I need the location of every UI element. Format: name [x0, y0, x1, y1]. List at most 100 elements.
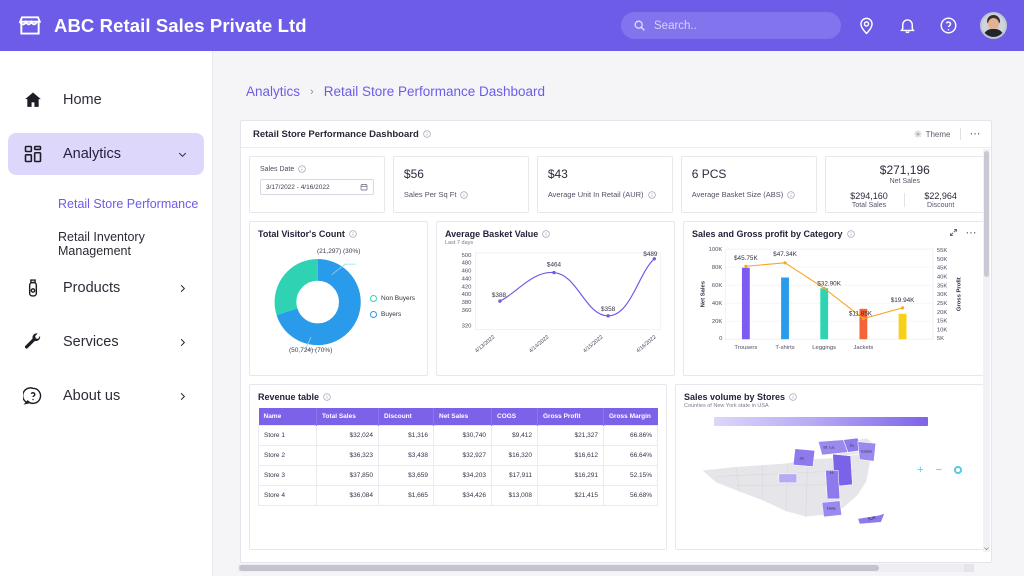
line-chart-xtick-0: 4/13/2022 [474, 334, 496, 354]
scrollbar-thumb-horizontal[interactable] [239, 565, 879, 571]
kpi-average-basket-size-value: 6 PCS [692, 167, 806, 181]
table-row[interactable]: Store 2 $36,323 $3,438 $32,927 $16,320 $… [259, 446, 658, 466]
panel-sales-volume-title: Sales volume by Stores [684, 392, 785, 402]
gear-icon [914, 130, 922, 138]
cell-name: Store 4 [259, 486, 317, 506]
donut-legend-item-non-buyers[interactable]: Non Buyers [370, 295, 415, 302]
line-chart-xtick-3: 4/16/2022 [635, 334, 657, 354]
chevron-right-icon[interactable] [177, 283, 188, 294]
scrollbar-thumb-vertical[interactable] [984, 151, 989, 277]
bell-icon[interactable] [898, 16, 917, 35]
panel-overflow-menu[interactable]: ⋯ [966, 230, 978, 236]
combo-line-point-4[interactable] [901, 306, 904, 309]
revenue-col-net-sales[interactable]: Net Sales [434, 408, 492, 426]
calendar-icon[interactable] [360, 183, 368, 191]
info-icon[interactable] [648, 191, 656, 199]
panel-sales-gross-profit-by-category: Sales and Gross profit by Category ⋯ [683, 221, 985, 376]
sidebar-subitem-retail-store-performance[interactable]: Retail Store Performance [0, 187, 212, 221]
sidebar-subitem-retail-inventory-management[interactable]: Retail Inventory Management [0, 227, 212, 261]
donut-chart: (21,297) (30%) (50,724) (70%) Non Buyers… [258, 239, 419, 367]
revenue-col-gross-margin[interactable]: Gross Margin [604, 408, 658, 426]
combo-bar-leggings[interactable] [820, 288, 828, 339]
charts-row: Total Visitor's Count [249, 221, 985, 376]
table-row[interactable]: Store 4 $36,084 $1,665 $34,426 $13,008 $… [259, 486, 658, 506]
brand[interactable]: ABC Retail Sales Private Ltd [17, 13, 307, 39]
sidebar-item-services-label: Services [63, 334, 119, 350]
location-pin-icon[interactable] [857, 16, 876, 35]
line-chart-series[interactable] [500, 259, 654, 316]
kpi-discount-label: Discount [905, 202, 976, 209]
svg-text:420: 420 [462, 284, 473, 290]
line-chart-point-2[interactable] [606, 314, 609, 317]
theme-button[interactable]: Theme [914, 130, 951, 139]
donut-legend: Non Buyers Buyers [370, 295, 415, 327]
info-icon[interactable] [423, 130, 431, 138]
donut-legend-item-buyers[interactable]: Buyers [370, 311, 415, 318]
dashboard-overflow-menu[interactable]: ⋯ [970, 131, 982, 137]
combo-bar-trousers[interactable] [742, 268, 750, 339]
line-chart-point-0[interactable] [498, 299, 501, 302]
dashboard-header-actions: Theme ⋯ [914, 128, 981, 140]
line-chart-point-1[interactable] [552, 271, 555, 274]
chevron-right-icon[interactable] [177, 391, 188, 402]
info-icon[interactable] [323, 393, 331, 401]
revenue-col-cogs[interactable]: COGS [492, 408, 538, 426]
revenue-col-gross-profit[interactable]: Gross Profit [538, 408, 604, 426]
expand-icon[interactable] [949, 228, 958, 237]
sales-date-input[interactable]: 3/17/2022 - 4/16/2022 [260, 179, 374, 195]
search-input[interactable] [654, 20, 824, 32]
sidebar-item-analytics[interactable]: Analytics [8, 133, 204, 175]
search-box[interactable] [621, 12, 841, 39]
panel-revenue-table-title: Revenue table [258, 392, 319, 402]
sidebar-item-services[interactable]: Services [8, 321, 204, 363]
combo-line-point-0[interactable] [744, 265, 747, 268]
kpi-sales-per-sq-ft-label-wrap: Sales Per Sq Ft [404, 190, 518, 199]
cell-name: Store 2 [259, 446, 317, 466]
panel-sales-volume-subtitle: Counties of New York state in USA [684, 403, 976, 409]
svg-text:380: 380 [462, 300, 473, 306]
combo-y2tick-30k: 30K [937, 292, 948, 298]
scrollbar-resize-grip[interactable] [964, 564, 974, 572]
info-icon[interactable] [460, 191, 468, 199]
help-circle-icon[interactable] [939, 16, 958, 35]
combo-line-point-1[interactable] [783, 261, 786, 264]
cell-total-sales: $32,024 [317, 426, 379, 446]
revenue-col-discount[interactable]: Discount [379, 408, 434, 426]
combo-y-axis-right-title: Gross Profit [956, 277, 962, 311]
breadcrumb-current[interactable]: Retail Store Performance Dashboard [324, 84, 545, 99]
table-row[interactable]: Store 1 $32,024 $1,316 $30,740 $9,412 $2… [259, 426, 658, 446]
combo-bar-category-5[interactable] [899, 314, 907, 339]
dashboard-vertical-scrollbar[interactable] [983, 149, 990, 552]
legend-swatch-buyers [370, 311, 377, 318]
product-bottle-icon [23, 278, 43, 298]
combo-bar-tshirts[interactable] [781, 278, 789, 340]
avatar[interactable] [980, 12, 1007, 39]
header-divider [960, 128, 961, 140]
combo-line-label-4: $19.94K [891, 297, 915, 304]
combo-xtick-leggings: Leggings [812, 345, 836, 351]
scroll-down-arrow-icon[interactable] [983, 545, 990, 552]
info-icon[interactable] [298, 165, 306, 173]
info-icon[interactable] [847, 230, 855, 238]
chevron-right-icon[interactable] [177, 337, 188, 348]
info-icon[interactable] [787, 191, 795, 199]
avatar-body [983, 29, 1004, 39]
info-icon[interactable] [349, 230, 357, 238]
info-icon[interactable] [542, 230, 550, 238]
kpi-sales-date: Sales Date 3/17/2022 - 4/16/2022 [249, 156, 385, 213]
panel-total-visitors-count-title-wrap: Total Visitor's Count [258, 229, 419, 239]
combo-xtick-tshirts: T-shirts [775, 345, 794, 351]
breadcrumb-analytics[interactable]: Analytics [246, 84, 300, 99]
revenue-col-name[interactable]: Name [259, 408, 317, 426]
sidebar-item-about-us[interactable]: About us [8, 375, 204, 417]
kpi-discount: $22,964 Discount [905, 191, 976, 209]
revenue-col-total-sales[interactable]: Total Sales [317, 408, 379, 426]
chevron-down-icon[interactable] [177, 149, 188, 160]
page-horizontal-scrollbar[interactable] [238, 564, 974, 572]
revenue-table-head: Name Total Sales Discount Net Sales COGS… [259, 408, 658, 426]
info-icon[interactable] [789, 393, 797, 401]
table-row[interactable]: Store 3 $37,850 $3,659 $34,203 $17,911 $… [259, 466, 658, 486]
sidebar-item-products[interactable]: Products [8, 267, 204, 309]
map-county-orleans[interactable] [779, 474, 797, 483]
sidebar-item-home[interactable]: Home [8, 79, 204, 121]
